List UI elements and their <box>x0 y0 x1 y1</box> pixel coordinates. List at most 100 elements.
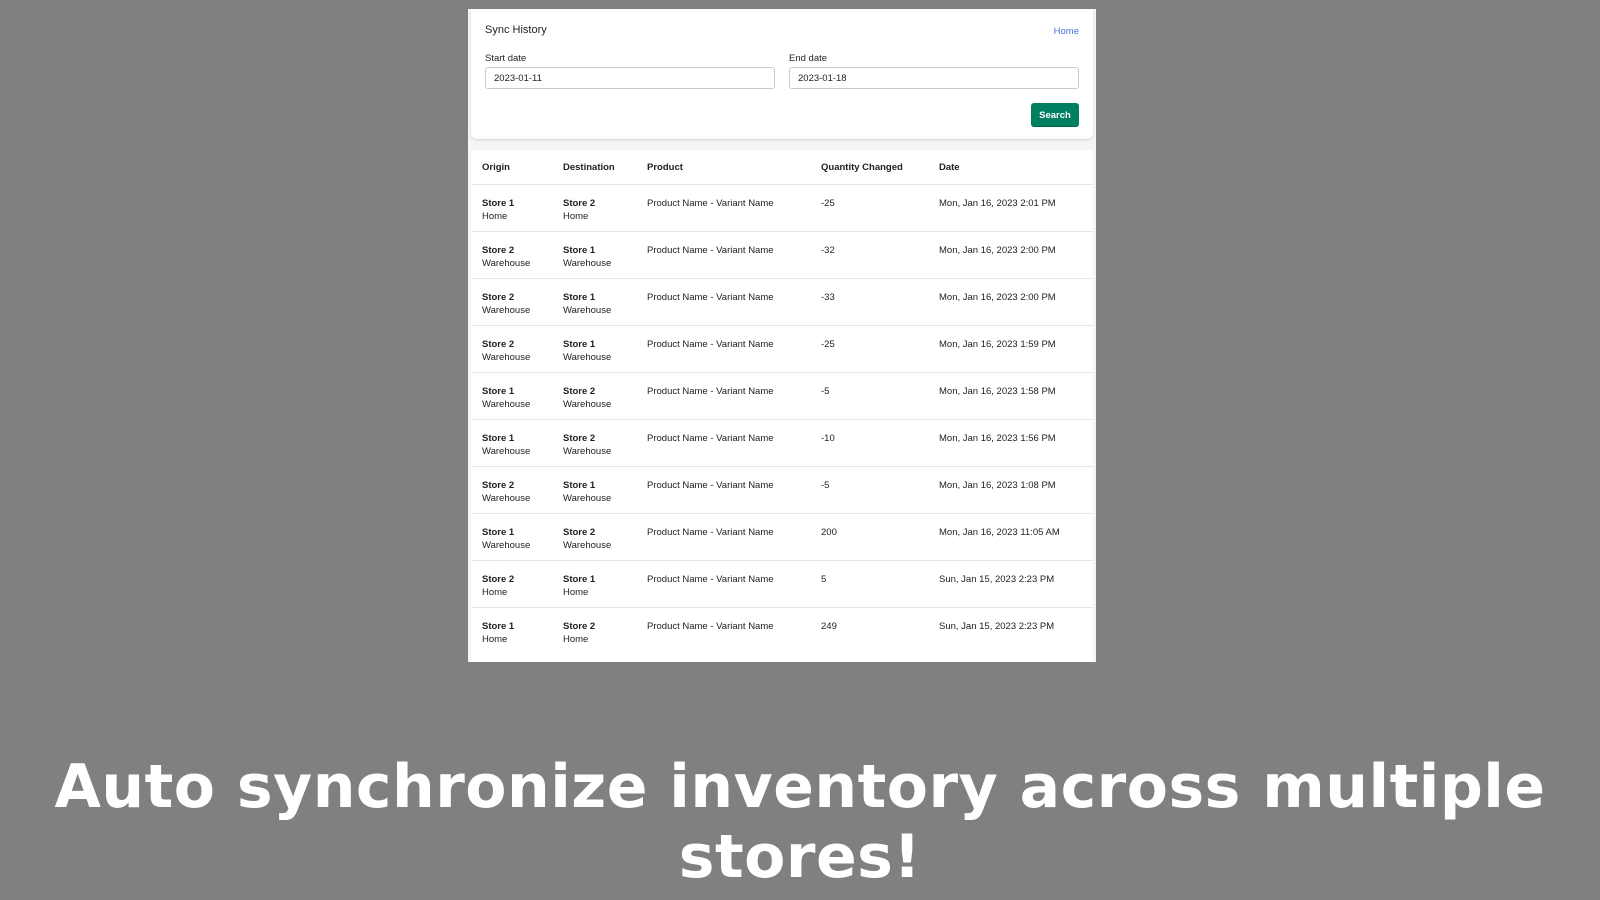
column-header-product: Product <box>636 150 810 185</box>
date-cell: Sun, Jan 15, 2023 2:23 PM <box>939 621 1055 632</box>
destination-cell: Store 2 Warehouse <box>552 419 636 467</box>
table-row: Store 1 Warehouse Store 2 Warehouse Product … <box>471 513 1093 561</box>
origin-location: Warehouse <box>482 399 531 410</box>
start-date-input[interactable] <box>485 67 775 89</box>
table-row: Store 1 Warehouse Store 2 Warehouse Product … <box>471 372 1093 420</box>
destination-store: Store 2 <box>563 621 596 632</box>
date-cell: Mon, Jan 16, 2023 11:05 AM <box>928 513 1093 561</box>
quantity-changed-cell: -32 <box>810 231 928 279</box>
product-cell: Product Name - Variant Name <box>636 419 810 467</box>
destination-store: Store 2 <box>563 433 596 444</box>
origin-location: Home <box>482 587 508 598</box>
date-cell: Mon, Jan 16, 2023 1:58 PM <box>928 372 1093 420</box>
promo-caption: Auto synchronize inventory across multip… <box>54 752 1546 892</box>
start-date-label: Start date <box>485 53 527 64</box>
table-row: Store 1 Home Store 2 Home Product Name - Var… <box>471 608 1093 655</box>
origin-store: Store 2 <box>482 574 515 585</box>
product-cell: Product Name - Variant Name <box>636 513 810 561</box>
destination-cell: Store 1 Warehouse <box>552 278 636 326</box>
destination-location: Warehouse <box>563 540 612 551</box>
quantity-changed-cell: 5 <box>810 560 928 608</box>
origin-store: Store 2 <box>482 292 515 303</box>
destination-store: Store 2 <box>563 527 596 538</box>
destination-store: Store 1 <box>563 292 596 303</box>
date-cell: Mon, Jan 16, 2023 1:59 PM <box>928 325 1093 373</box>
product-cell: Product Name - Variant Name <box>636 231 810 279</box>
origin-cell: Store 2 Warehouse <box>471 278 552 326</box>
destination-store: Store 1 <box>563 245 596 256</box>
quantity-changed-cell: -25 <box>810 184 928 232</box>
origin-location: Home <box>482 634 508 645</box>
date-cell: Mon, Jan 16, 2023 2:01 PM <box>928 184 1093 232</box>
destination-location: Warehouse <box>563 446 612 457</box>
table-header-row: Origin Destination Product Quantity Chan… <box>471 150 1093 185</box>
destination-cell: Store 2 Warehouse <box>552 372 636 420</box>
origin-location: Warehouse <box>482 540 531 551</box>
destination-store: Store 1 <box>563 574 596 585</box>
destination-cell: Store 2 Warehouse <box>552 513 636 561</box>
date-cell: Mon, Jan 16, 2023 1:56 PM <box>928 419 1093 467</box>
origin-location: Home <box>482 211 508 222</box>
quantity-changed-cell: -10 <box>810 419 928 467</box>
destination-cell: Store 1 Warehouse <box>552 325 636 373</box>
origin-location: Warehouse <box>482 258 531 269</box>
destination-store: Store 2 <box>563 386 596 397</box>
destination-location: Home <box>563 634 589 645</box>
table-row: Store 1 Home Store 2 Home Product Name - Var… <box>471 184 1093 232</box>
table-row: Store 2 Warehouse Store 1 Warehouse Product … <box>471 466 1093 514</box>
quantity-changed-cell: -25 <box>810 325 928 373</box>
table-body: Store 1 Home Store 2 Home Product Name - Var… <box>471 184 1093 655</box>
origin-cell: Store 1 Home <box>471 608 552 655</box>
table-row: Store 2 Home Store 1 Home Product Name - Var… <box>471 560 1093 608</box>
destination-cell: Store 2 Home <box>552 608 636 655</box>
origin-store: Store 1 <box>482 198 515 209</box>
quantity-changed-cell: 200 <box>810 513 928 561</box>
product-cell: Product Name - Variant Name <box>636 372 810 420</box>
origin-store: Store 2 <box>482 480 515 491</box>
end-date-label: End date <box>789 53 828 64</box>
origin-cell: Store 1 Warehouse <box>471 419 552 467</box>
quantity-changed-cell: -5 <box>810 466 928 514</box>
date-cell: Mon, Jan 16, 2023 2:00 PM <box>928 278 1093 326</box>
destination-store: Store 1 <box>563 480 596 491</box>
origin-location: Warehouse <box>482 352 531 363</box>
table-row: Store 1 Warehouse Store 2 Warehouse Product … <box>471 419 1093 467</box>
column-header-origin: Origin <box>471 150 552 185</box>
origin-cell: Store 1 Warehouse <box>471 372 552 420</box>
column-header-destination: Destination <box>552 150 636 185</box>
destination-location: Warehouse <box>563 305 612 316</box>
origin-cell: Store 2 Warehouse <box>471 466 552 514</box>
origin-location: Warehouse <box>482 493 531 504</box>
sync-history-table: Origin Destination Product Quantity Chan… <box>471 150 1093 655</box>
quantity-changed-cell: -5 <box>810 372 928 420</box>
destination-location: Warehouse <box>563 352 612 363</box>
product-cell: Product Name - Variant Name <box>636 278 810 326</box>
table-row: Store 2 Warehouse Store 1 Warehouse Product … <box>471 278 1093 326</box>
end-date-input[interactable] <box>789 67 1079 89</box>
home-link[interactable]: Home <box>1054 26 1079 37</box>
product-cell: Product Name - Variant Name <box>636 560 810 608</box>
date-cell: Mon, Jan 16, 2023 1:08 PM <box>928 466 1093 514</box>
destination-cell: Store 1 Home <box>552 560 636 608</box>
date-cell: Mon, Jan 16, 2023 2:00 PM <box>928 231 1093 279</box>
destination-location: Warehouse <box>563 399 612 410</box>
table-row: Store 2 Warehouse Store 1 Warehouse Product … <box>471 325 1093 373</box>
destination-location: Warehouse <box>563 493 612 504</box>
origin-store: Store 2 <box>482 339 515 350</box>
quantity-changed-cell: -33 <box>810 278 928 326</box>
origin-location: Warehouse <box>482 305 531 316</box>
quantity-changed-cell: 249 <box>821 621 837 632</box>
destination-store: Store 2 <box>563 198 596 209</box>
column-header-quantity-changed: Quantity Changed <box>810 150 928 185</box>
origin-store: Store 1 <box>482 433 515 444</box>
origin-cell: Store 1 Home <box>471 184 552 232</box>
origin-store: Store 1 <box>482 386 515 397</box>
sync-history-table-card: Origin Destination Product Quantity Chan… <box>471 150 1093 662</box>
product-cell: Product Name - Variant Name <box>636 184 810 232</box>
product-cell: Product Name - Variant Name <box>636 325 810 373</box>
search-button[interactable]: Search <box>1031 103 1079 127</box>
origin-location: Warehouse <box>482 446 531 457</box>
destination-location: Home <box>563 587 589 598</box>
origin-store: Store 1 <box>482 527 515 538</box>
product-cell: Product Name - Variant Name <box>647 621 774 632</box>
